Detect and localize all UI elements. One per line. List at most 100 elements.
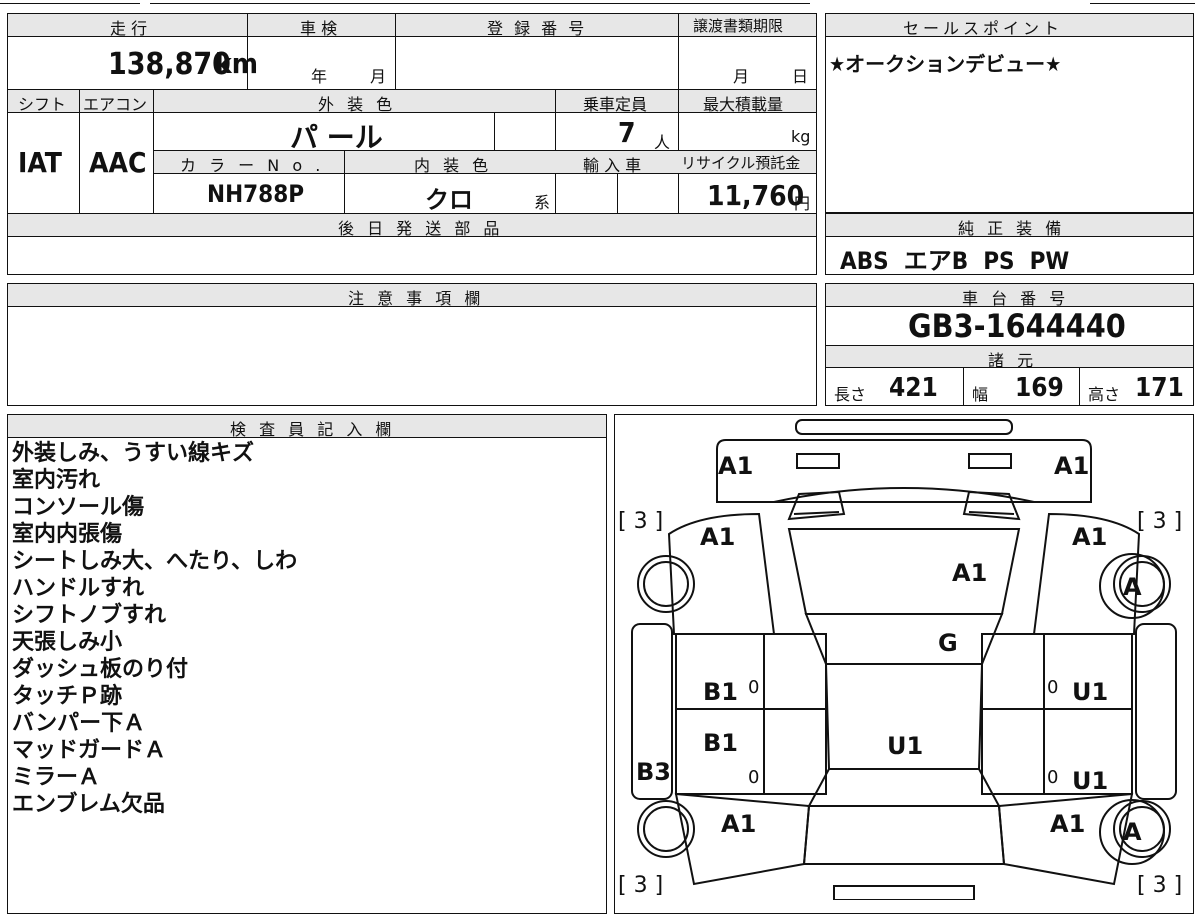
deadline-month-label: 月 <box>733 67 750 86</box>
note-item: 室内内張傷 <box>12 522 123 547</box>
sales-point-label: セールスポイント <box>903 19 1064 38</box>
notes-list: 外装しみ、うすい線キズ 室内汚れ コンソール傷 室内内張傷 シートしみ大、へたり… <box>12 440 297 818</box>
mileage-unit: km <box>215 47 258 80</box>
width-label: 幅 <box>972 385 989 404</box>
dmg-fender-fr: A1 <box>1072 523 1108 551</box>
divider <box>344 150 345 213</box>
registration-label: 登 録 番 号 <box>487 19 588 38</box>
tire-tread-fr: [ 3 ] <box>1137 509 1183 534</box>
note-item: マッドガードＡ <box>12 738 167 763</box>
zero-mark-fl: 0 <box>748 677 760 698</box>
aircon-label: エアコン <box>83 95 148 114</box>
note-item: 天張しみ小 <box>12 630 123 655</box>
note-item: バンパー下Ａ <box>12 711 146 736</box>
width-value: 169 <box>1015 373 1064 403</box>
note-item: ダッシュ板のり付 <box>12 657 189 682</box>
zero-mark-rr: 0 <box>1047 767 1059 788</box>
recycle-fee-unit: 円 <box>794 194 811 213</box>
interior-system-label: 系 <box>534 193 551 212</box>
tire-rl <box>637 800 695 858</box>
specs-label: 諸 元 <box>988 351 1038 370</box>
transfer-deadline-label: 譲渡書類期限 <box>693 17 784 35</box>
dmg-door-rl: B1 <box>703 729 738 757</box>
interior-color-label: 内 装 色 <box>414 156 493 175</box>
rear-bumper-strip <box>833 885 975 900</box>
dmg-front-right: A1 <box>1054 452 1090 480</box>
tire-tread-rr: [ 3 ] <box>1137 873 1183 898</box>
top-cut-line <box>0 3 140 4</box>
divider <box>617 174 618 213</box>
divider <box>395 14 396 89</box>
max-load-label: 最大積載量 <box>703 95 784 114</box>
color-no-label: カ ラ ー N o . <box>180 156 325 175</box>
length-label: 長さ <box>834 385 867 404</box>
tailgate <box>802 805 1006 865</box>
shift-label: シフト <box>18 95 67 114</box>
note-item: シートしみ大、へたり、しわ <box>12 549 298 574</box>
dmg-roof: U1 <box>887 732 924 760</box>
sales-point-box <box>825 13 1194 213</box>
note-item: ハンドルすれ <box>12 576 145 601</box>
sales-point-value: ★オークションデビュー★ <box>829 52 1062 76</box>
inspection-label: 車 検 <box>300 19 338 38</box>
note-item: 室内汚れ <box>12 468 101 493</box>
top-cut-line-3 <box>1090 3 1195 4</box>
headlight-left <box>796 453 840 469</box>
chassis-value: GB3-1644440 <box>908 307 1126 345</box>
equipment-value: ABS エアB PS PW <box>840 247 1070 275</box>
tire-fl <box>637 555 695 613</box>
dmg-hood: A1 <box>952 559 988 587</box>
front-bumper-strip <box>795 419 1013 435</box>
headlight-right <box>968 453 1012 469</box>
import-label: 輸 入 車 <box>583 156 642 175</box>
dmg-windshield: G <box>938 629 958 657</box>
note-item: エンブレム欠品 <box>12 792 165 817</box>
note-item: 外装しみ、うすい線キズ <box>12 441 255 466</box>
divider <box>79 89 80 213</box>
grille-line <box>773 487 1035 503</box>
note-item: タッチＰ跡 <box>12 684 123 709</box>
divider <box>494 113 495 150</box>
dmg-sill-left: B3 <box>636 758 671 786</box>
interior-color-value: クロ <box>425 186 473 214</box>
shift-value: IAT <box>18 146 62 179</box>
length-value: 421 <box>889 373 938 403</box>
rear-fender-left <box>674 792 811 886</box>
inspection-year-label: 年 <box>311 67 328 86</box>
deadline-day-label: 日 <box>792 67 809 86</box>
front-bumper <box>716 439 1092 503</box>
tire-tread-fl: [ 3 ] <box>618 509 664 534</box>
mirror-right <box>962 490 1021 521</box>
dmg-door-fl: B1 <box>703 678 738 706</box>
zero-mark-fr: 0 <box>1047 677 1059 698</box>
tire-tread-rl: [ 3 ] <box>618 873 664 898</box>
dmg-rear-fender-r: A1 <box>1050 810 1086 838</box>
mirror-right-line <box>968 511 1015 515</box>
mileage-value: 138,870 <box>108 47 231 82</box>
dmg-door-fr: U1 <box>1072 678 1109 706</box>
mileage-label: 走 行 <box>110 19 148 38</box>
note-item: コンソール傷 <box>12 495 145 520</box>
divider <box>678 14 679 89</box>
height-label: 高さ <box>1088 385 1121 404</box>
mirror-left <box>787 490 846 521</box>
dmg-door-rr: U1 <box>1072 767 1109 795</box>
capacity-label: 乗車定員 <box>583 95 648 114</box>
car-diagram-svg <box>631 419 1177 900</box>
dmg-wheel-fr: A <box>1123 573 1142 601</box>
exterior-color-label: 外 装 色 <box>318 95 397 114</box>
divider <box>963 368 964 406</box>
color-no-value: NH788P <box>207 180 305 208</box>
note-item: ミラーＡ <box>12 765 101 790</box>
rear-window <box>807 768 1001 807</box>
caution-label: 注 意 事 項 欄 <box>348 289 485 308</box>
dmg-front-left: A1 <box>718 452 754 480</box>
dmg-rear-fender-l: A1 <box>721 810 757 838</box>
inspection-month-label: 月 <box>370 67 387 86</box>
recycle-fee-label: リサイクル預託金 <box>681 154 801 172</box>
capacity-value: 7 <box>618 116 636 149</box>
note-item: シフトノブすれ <box>12 603 167 628</box>
equipment-label: 純 正 装 備 <box>958 219 1066 238</box>
aircon-value: AAC <box>89 146 147 179</box>
dmg-fender-fl: A1 <box>700 523 736 551</box>
